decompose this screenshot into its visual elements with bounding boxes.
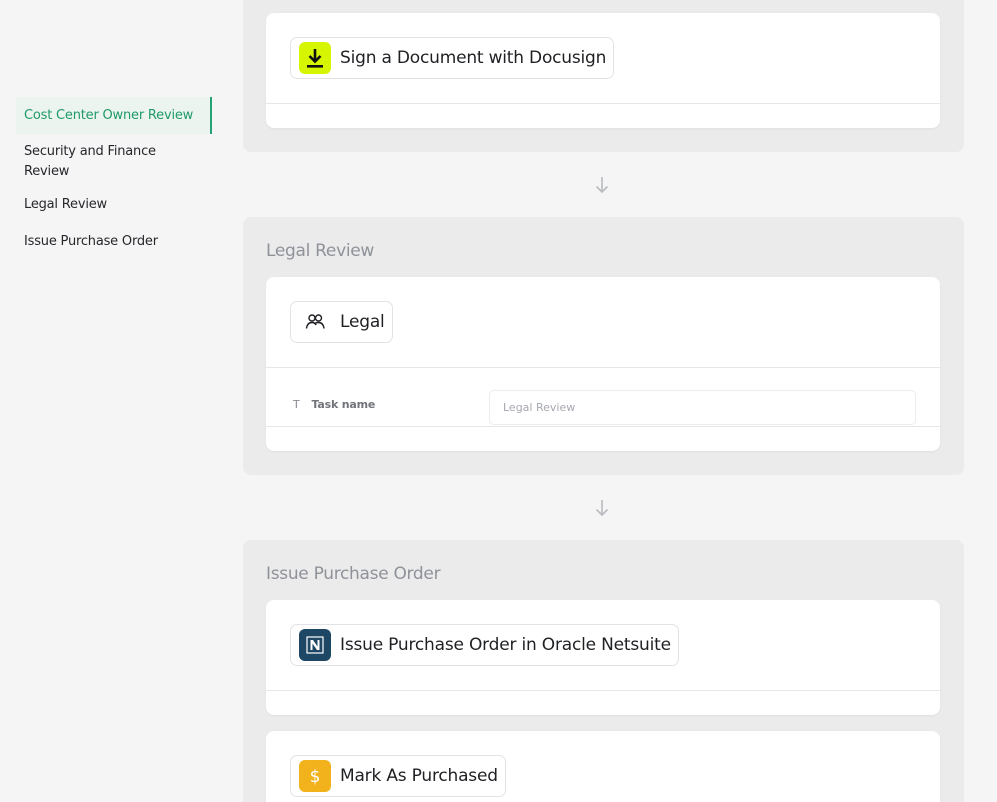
sidebar-item-cost-center-owner-review[interactable]: Cost Center Owner Review [16, 97, 212, 134]
arrow-down-icon [595, 500, 609, 517]
sidebar-item-legal-review[interactable]: Legal Review [16, 188, 212, 223]
card-divider [266, 690, 940, 691]
action-label: Mark As Purchased [340, 766, 498, 786]
action-card-netsuite: Issue Purchase Order in Oracle Netsuite [266, 600, 940, 715]
action-chip-legal[interactable]: Legal [290, 301, 393, 343]
task-name-label: T Task name [293, 398, 375, 411]
section-legal-review: Legal Review Legal T Task name [243, 217, 964, 475]
section-title: Legal Review [266, 241, 375, 261]
sidebar-item-label: Legal Review [24, 197, 107, 212]
action-card-legal: Legal T Task name [266, 277, 940, 451]
netsuite-logo-icon [299, 629, 331, 661]
action-label: Issue Purchase Order in Oracle Netsuite [340, 635, 671, 655]
action-card-mark-as-purchased: $ Mark As Purchased [266, 731, 940, 802]
section-title: Issue Purchase Order [266, 564, 441, 584]
dollar-icon: $ [299, 760, 331, 792]
section-issue-purchase-order: Issue Purchase Order Issue Purchase Orde… [243, 540, 964, 802]
sidebar-item-security-and-finance-review[interactable]: Security and Finance Review [16, 134, 186, 188]
field-label-text: Task name [311, 398, 376, 411]
sidebar-nav: Cost Center Owner Review Security and Fi… [16, 97, 212, 260]
text-type-icon: T [293, 398, 300, 411]
section-security-and-finance: Sign a Document with Docusign [243, 0, 964, 152]
action-card-docusign: Sign a Document with Docusign [266, 13, 940, 128]
action-chip-netsuite[interactable]: Issue Purchase Order in Oracle Netsuite [290, 624, 679, 666]
svg-text:$: $ [310, 767, 321, 786]
action-label: Legal [340, 312, 385, 332]
sidebar-item-label: Issue Purchase Order [24, 234, 158, 249]
task-name-field-row: T Task name [266, 378, 940, 436]
sidebar-item-label: Security and Finance Review [24, 144, 156, 179]
action-chip-mark-as-purchased[interactable]: $ Mark As Purchased [290, 755, 506, 797]
arrow-down-icon [595, 177, 609, 194]
sidebar-item-issue-purchase-order[interactable]: Issue Purchase Order [16, 223, 212, 260]
sidebar-item-label: Cost Center Owner Review [24, 107, 194, 123]
users-icon [299, 306, 331, 338]
card-divider [266, 103, 940, 104]
action-chip-docusign[interactable]: Sign a Document with Docusign [290, 37, 615, 79]
card-divider [266, 426, 940, 427]
task-name-input[interactable] [489, 390, 916, 425]
download-icon [299, 42, 331, 74]
page: Cost Center Owner Review Security and Fi… [0, 0, 997, 802]
action-label: Sign a Document with Docusign [340, 48, 607, 68]
card-divider [266, 367, 940, 368]
